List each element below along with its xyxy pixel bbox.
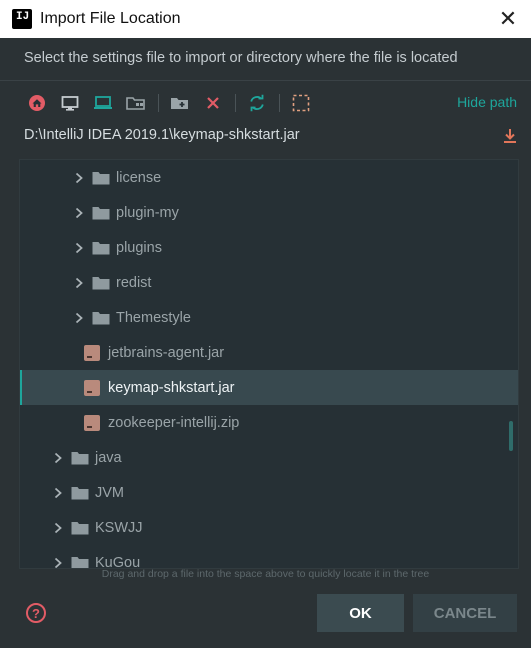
chevron-right-icon[interactable] [72,276,86,290]
folder-icon [92,171,110,185]
path-field[interactable]: D:\IntelliJ IDEA 2019.1\keymap-shkstart.… [24,127,517,147]
delete-icon[interactable] [200,91,226,115]
toolbar [24,90,321,116]
new-folder-icon[interactable] [167,91,193,115]
tree-row[interactable]: plugin-my [20,195,518,230]
toolbar-separator [279,94,280,112]
jar-file-icon [84,344,100,361]
tree-row-label: jetbrains-agent.jar [108,344,225,361]
toolbar-separator [158,94,159,112]
cancel-button[interactable]: CANCEL [413,594,517,632]
tree-row[interactable]: KSWJJ [20,510,518,545]
tree-row[interactable]: license [20,160,518,195]
tree-row-label: KSWJJ [95,519,143,536]
help-icon[interactable]: ? [26,603,46,623]
tree-row-label: Themestyle [116,309,191,326]
dialog-description: Select the settings file to import or di… [24,50,458,66]
home-icon[interactable] [24,91,50,115]
path-value: D:\IntelliJ IDEA 2019.1\keymap-shkstart.… [24,127,300,143]
tree-row[interactable]: redist [20,265,518,300]
divider [0,80,531,81]
chevron-right-icon[interactable] [51,521,65,535]
chevron-right-icon[interactable] [51,556,65,569]
chevron-right-icon[interactable] [72,206,86,220]
ok-button[interactable]: OK [317,594,404,632]
selection-indicator [20,370,22,405]
tree-row-label: KuGou [95,554,141,569]
chevron-right-icon[interactable] [72,311,86,325]
tree-row[interactable]: jetbrains-agent.jar [20,335,518,370]
chevron-right-icon[interactable] [51,486,65,500]
tree-row-label: license [116,169,162,186]
folder-icon [92,276,110,290]
tree-row-label: redist [116,274,152,291]
tree-row-label: JVM [95,484,124,501]
desktop-icon[interactable] [57,91,83,115]
folder-icon [92,241,110,255]
download-icon[interactable] [503,128,517,148]
tree-row-label: java [95,449,122,466]
tree-row[interactable]: zookeeper-intellij.zip [20,405,518,440]
chevron-right-icon[interactable] [72,241,86,255]
close-icon[interactable]: ✕ [497,8,519,30]
tree-row-label: plugins [116,239,162,256]
tree-row[interactable]: keymap-shkstart.jar [20,370,518,405]
tree-row[interactable]: java [20,440,518,475]
toolbar-separator [235,94,236,112]
folder-icon [92,206,110,220]
module-icon[interactable] [123,91,149,115]
hide-path-link[interactable]: Hide path [457,94,517,110]
folder-icon [71,556,89,568]
file-tree[interactable]: license plugin-my plugins redist Themestyle j… [19,159,519,569]
folder-icon [71,521,89,535]
zip-file-icon [84,414,100,431]
drag-drop-hint: Drag and drop a file into the space abov… [101,568,430,580]
jar-file-icon [84,379,100,396]
refresh-icon[interactable] [244,91,270,115]
folder-icon [71,486,89,500]
tree-row-label: keymap-shkstart.jar [108,379,235,396]
show-hidden-icon[interactable] [288,91,314,115]
folder-icon [71,451,89,465]
tree-row[interactable]: Themestyle [20,300,518,335]
title-bar: IJ Import File Location ✕ [0,0,531,38]
chevron-right-icon[interactable] [51,451,65,465]
folder-icon [92,311,110,325]
tree-row-label: plugin-my [116,204,179,221]
chevron-right-icon[interactable] [72,171,86,185]
tree-row[interactable]: KuGou [20,545,518,569]
tree-row-label: zookeeper-intellij.zip [108,414,240,431]
window-title: Import File Location [40,10,181,27]
tree-row[interactable]: JVM [20,475,518,510]
intellij-app-icon: IJ [9,6,32,29]
tree-row[interactable]: plugins [20,230,518,265]
project-icon[interactable] [90,91,116,115]
